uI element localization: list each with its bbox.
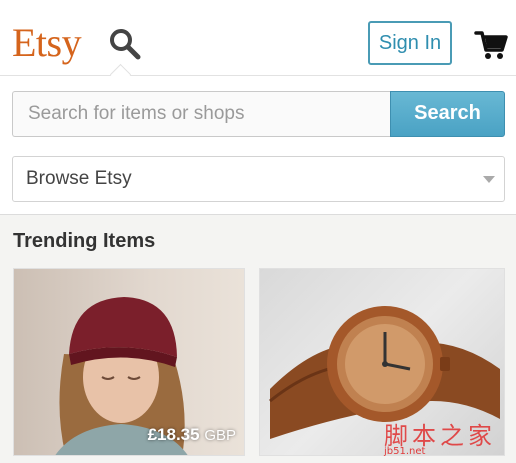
chevron-down-icon — [483, 176, 495, 183]
search-panel: Search Browse Etsy — [0, 76, 516, 215]
watermark-logo: 脚本之家 jb51.net — [384, 416, 512, 458]
price-amount: £18.35 — [147, 425, 200, 444]
search-button[interactable]: Search — [390, 91, 505, 137]
watermark-subtext: jb51.net — [384, 446, 426, 457]
search-input[interactable] — [12, 91, 391, 137]
top-bar: Etsy Sign In — [0, 0, 516, 76]
etsy-logo[interactable]: Etsy — [12, 20, 82, 66]
trending-item-card[interactable]: £18.35 GBP — [13, 268, 245, 456]
section-title: Trending Items — [13, 230, 156, 252]
cart-icon[interactable] — [474, 28, 508, 62]
browse-selected-value: Browse Etsy — [26, 168, 132, 189]
browse-select[interactable]: Browse Etsy — [12, 156, 505, 202]
price-currency: GBP — [204, 427, 236, 444]
price-tag: £18.35 GBP — [148, 425, 236, 445]
sign-in-button[interactable]: Sign In — [368, 21, 452, 65]
search-icon[interactable] — [106, 25, 144, 63]
